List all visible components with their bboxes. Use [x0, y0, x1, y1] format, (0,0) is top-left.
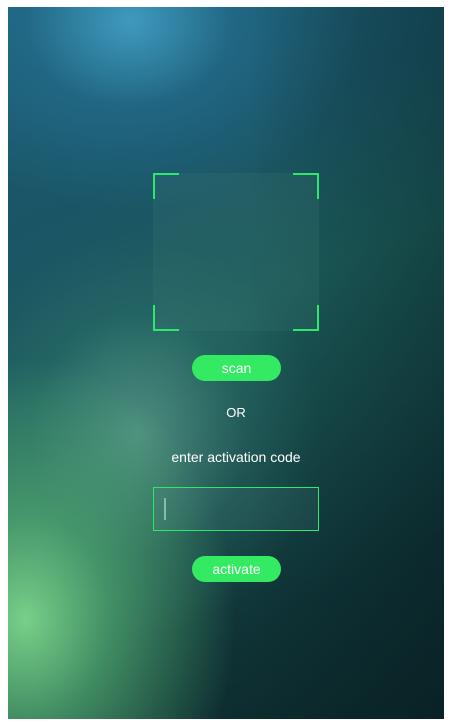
activation-screen: scan OR enter activation code activate	[8, 7, 444, 719]
scan-button[interactable]: scan	[192, 355, 281, 381]
app-frame: scan OR enter activation code activate	[0, 0, 452, 725]
activation-code-prompt: enter activation code	[171, 449, 301, 465]
scan-corner-top-right	[293, 173, 319, 199]
activation-code-input[interactable]	[154, 488, 318, 530]
scan-corner-top-left	[153, 173, 179, 199]
activation-code-field[interactable]	[153, 487, 319, 531]
qr-scan-frame-icon	[153, 173, 319, 331]
activate-button[interactable]: activate	[192, 556, 281, 582]
or-divider-label: OR	[226, 405, 246, 420]
scan-corner-bottom-left	[153, 305, 179, 331]
scan-corner-bottom-right	[293, 305, 319, 331]
